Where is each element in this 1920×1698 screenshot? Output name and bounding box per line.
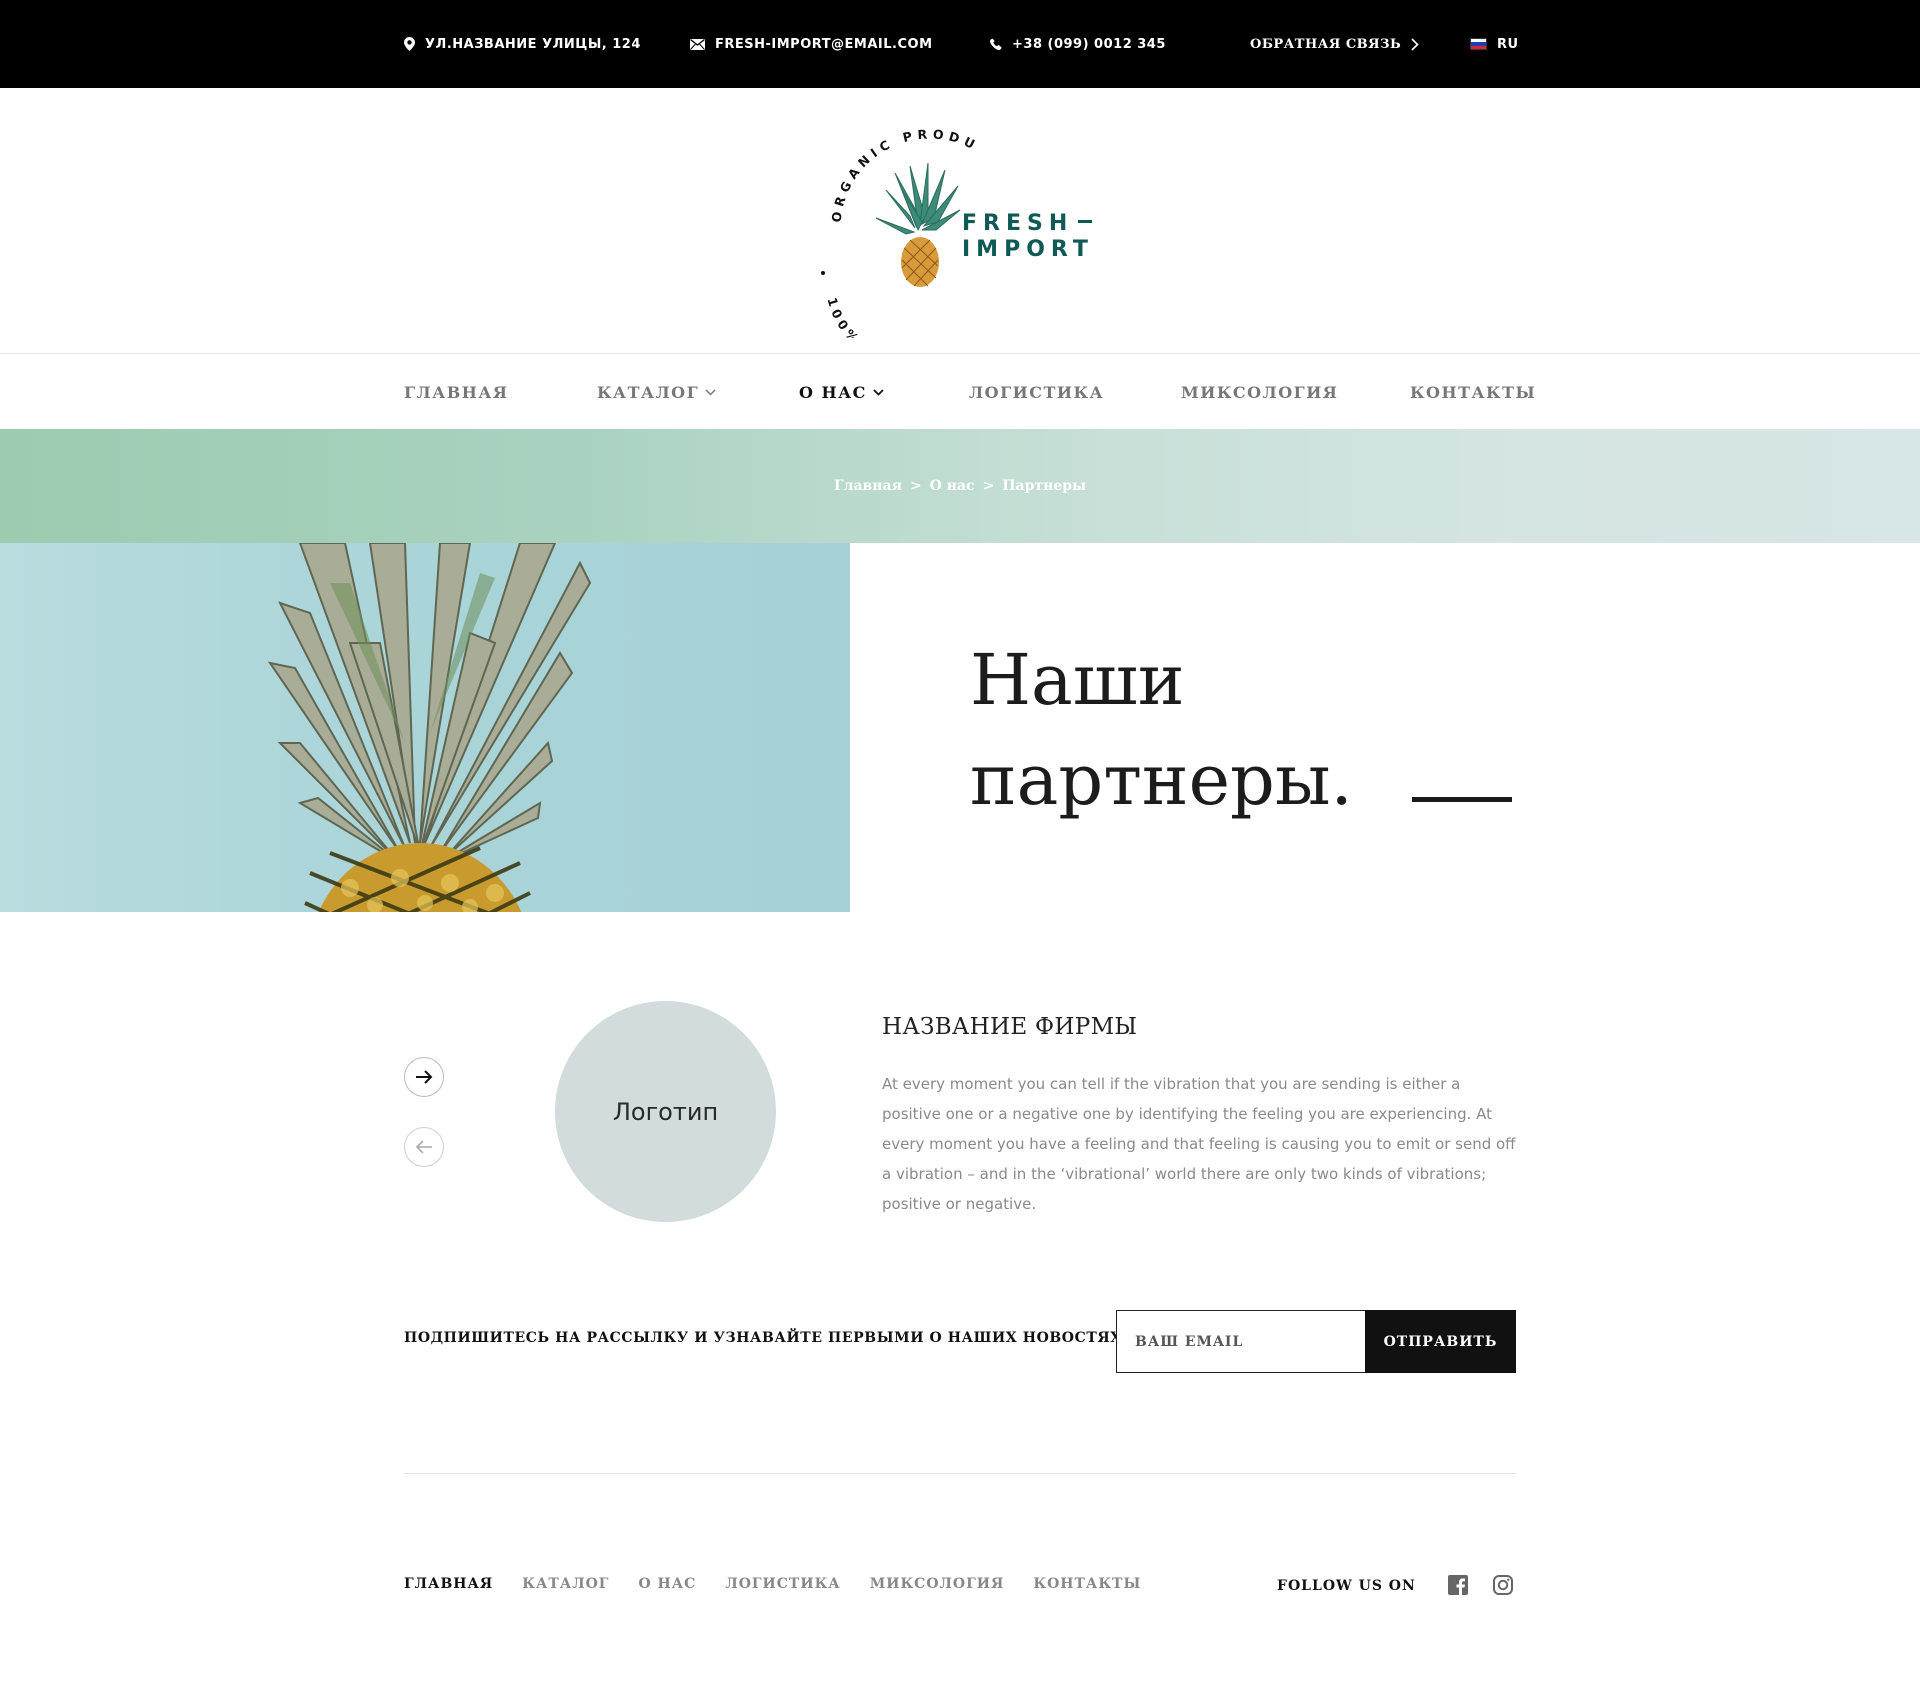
title-dash-decoration bbox=[1412, 797, 1512, 802]
hero-pineapple-image bbox=[0, 543, 850, 912]
footer-nav-about[interactable]: О нас bbox=[638, 1576, 696, 1592]
nav-item-label: Логистика bbox=[969, 382, 1105, 402]
email-text: fresh-import@email.com bbox=[715, 36, 933, 52]
nav-item-about[interactable]: О нас bbox=[799, 354, 884, 430]
logo-ring-bottom-text: 100%NATURAL bbox=[824, 296, 949, 338]
footer-nav: Главная Каталог О нас Логистика Миксолог… bbox=[404, 1576, 1141, 1592]
feedback-label: Обратная связь bbox=[1250, 36, 1402, 52]
chevron-down-icon bbox=[873, 388, 884, 396]
breadcrumb: Главная > О нас > Партнеры bbox=[0, 429, 1920, 543]
feedback-link[interactable]: Обратная связь bbox=[1250, 0, 1419, 88]
logo-ring-top-text: ORGANIC PRODUCT bbox=[810, 118, 982, 223]
logo-brand-line1: FRESH bbox=[962, 211, 1073, 236]
address-text: ул.название улицы, 124 bbox=[425, 36, 641, 52]
russia-flag-icon bbox=[1470, 38, 1487, 50]
prev-partner-button[interactable] bbox=[404, 1127, 444, 1167]
nav-item-label: Главная bbox=[404, 382, 509, 402]
address-info: ул.название улицы, 124 bbox=[404, 0, 641, 88]
nav-item-label: Контакты bbox=[1410, 382, 1537, 402]
follow-us-label: Follow us on bbox=[1277, 1578, 1416, 1594]
language-switcher[interactable]: RU bbox=[1470, 0, 1519, 88]
top-bar: ул.название улицы, 124 fresh-import@emai… bbox=[0, 0, 1920, 88]
arrow-left-icon bbox=[415, 1140, 432, 1154]
location-pin-icon bbox=[404, 37, 415, 51]
page-title: Наши партнеры. bbox=[970, 630, 1353, 830]
nav-item-label: Каталог bbox=[597, 382, 700, 402]
footer-nav-mixology[interactable]: Миксология bbox=[870, 1576, 1005, 1592]
phone-text: +38 (099) 0012 345 bbox=[1012, 36, 1166, 52]
breadcrumb-home[interactable]: Главная bbox=[834, 478, 902, 494]
nav-item-home[interactable]: Главная bbox=[404, 354, 509, 430]
nav-item-mixology[interactable]: Миксология bbox=[1181, 354, 1338, 430]
email-link[interactable]: fresh-import@email.com bbox=[690, 0, 933, 88]
instagram-icon[interactable] bbox=[1492, 1574, 1514, 1596]
logo-brand-line2: IMPORT bbox=[962, 237, 1094, 262]
partner-logo-placeholder: Логотип bbox=[555, 1001, 776, 1222]
email-field[interactable] bbox=[1116, 1310, 1366, 1373]
facebook-icon[interactable] bbox=[1447, 1574, 1469, 1596]
subscribe-text: Подпишитесь на рассылку и узнавайте перв… bbox=[404, 1330, 1122, 1346]
partner-description: At every moment you can tell if the vibr… bbox=[882, 1075, 1516, 1213]
chevron-down-icon bbox=[705, 388, 716, 396]
page-title-line2: партнеры. bbox=[970, 739, 1353, 821]
nav-item-label: О нас bbox=[799, 382, 867, 402]
nav-item-logistics[interactable]: Логистика bbox=[969, 354, 1104, 430]
pineapple-icon bbox=[875, 162, 961, 287]
footer-nav-contacts[interactable]: Контакты bbox=[1033, 1576, 1141, 1592]
page-title-line1: Наши bbox=[970, 639, 1185, 721]
partner-name: НАЗВАНИЕ ФИРМЫ bbox=[882, 1014, 1138, 1040]
nav-item-catalog[interactable]: Каталог bbox=[597, 354, 716, 430]
footer-nav-logistics[interactable]: Логистика bbox=[725, 1576, 840, 1592]
subscribe-submit-button[interactable]: Отправить bbox=[1365, 1310, 1516, 1373]
arrow-right-icon bbox=[416, 1070, 433, 1084]
breadcrumb-separator: > bbox=[909, 478, 922, 494]
phone-link[interactable]: +38 (099) 0012 345 bbox=[990, 0, 1166, 88]
envelope-icon bbox=[690, 38, 705, 50]
nav-item-contacts[interactable]: Контакты bbox=[1410, 354, 1536, 430]
language-label: RU bbox=[1497, 36, 1519, 52]
footer-nav-home[interactable]: Главная bbox=[404, 1576, 493, 1592]
chevron-right-icon bbox=[1411, 37, 1419, 51]
footer-divider bbox=[404, 1473, 1516, 1474]
logo-area: ORGANIC PRODUCT 100%NATURAL FR bbox=[0, 88, 1920, 354]
partner-logo-label: Логотип bbox=[612, 1097, 719, 1126]
next-partner-button[interactable] bbox=[404, 1057, 444, 1097]
phone-icon bbox=[990, 38, 1002, 50]
breadcrumb-separator: > bbox=[982, 478, 995, 494]
breadcrumb-current: Партнеры bbox=[1002, 478, 1087, 494]
breadcrumb-about[interactable]: О нас bbox=[930, 478, 975, 494]
footer-nav-catalog[interactable]: Каталог bbox=[522, 1576, 609, 1592]
nav-item-label: Миксология bbox=[1181, 382, 1339, 402]
main-nav: Главная Каталог О нас Логистика Миксолог… bbox=[0, 353, 1920, 429]
brand-logo[interactable]: ORGANIC PRODUCT 100%NATURAL FR bbox=[810, 118, 1110, 338]
